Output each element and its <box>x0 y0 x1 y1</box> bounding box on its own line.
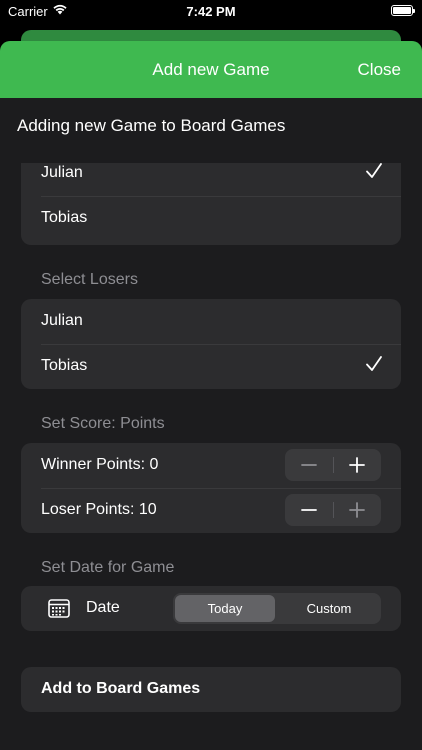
close-button[interactable]: Close <box>358 60 401 80</box>
loser-points-label: Loser Points: 10 <box>41 501 157 518</box>
winner-points-stepper <box>285 449 381 481</box>
date-row: Date Today Custom <box>21 586 401 631</box>
status-time: 7:42 PM <box>186 4 236 19</box>
modal-sheet: Add new Game Close Adding new Game to Bo… <box>0 41 422 750</box>
section-title-date: Set Date for Game <box>41 559 175 576</box>
loser-row-tobias[interactable]: Tobias <box>21 344 401 389</box>
loser-points-row: Loser Points: 10 <box>21 488 401 533</box>
status-bar: Carrier 7:42 PM <box>0 0 422 24</box>
loser-points-decrement-button[interactable] <box>285 494 333 526</box>
winner-row-julian[interactable]: Julian <box>21 163 401 196</box>
score-group: Winner Points: 0 Loser Points: 10 <box>21 443 401 533</box>
checkmark-icon <box>366 356 382 371</box>
section-title-losers: Select Losers <box>41 271 138 288</box>
section-title-score: Set Score: Points <box>41 415 165 432</box>
winner-name: Tobias <box>41 209 88 226</box>
winners-list: Julian Tobias <box>21 163 401 245</box>
battery-icon <box>391 5 415 16</box>
page-heading: Adding new Game to Board Games <box>17 116 286 135</box>
loser-points-stepper <box>285 494 381 526</box>
date-segmented-control: Today Custom <box>173 593 381 624</box>
date-label: Date <box>86 599 120 616</box>
losers-list: Julian Tobias <box>21 299 401 389</box>
winner-row-tobias[interactable]: Tobias <box>21 196 401 241</box>
winner-points-decrement-button[interactable] <box>285 449 333 481</box>
segment-today[interactable]: Today <box>175 595 275 622</box>
winner-points-row: Winner Points: 0 <box>21 443 401 488</box>
minus-icon <box>301 509 317 511</box>
checkmark-icon <box>366 163 382 178</box>
nav-bar: Add new Game Close <box>0 41 422 98</box>
loser-row-julian[interactable]: Julian <box>21 299 401 344</box>
plus-icon <box>349 502 365 518</box>
winner-points-increment-button[interactable] <box>333 449 381 481</box>
calendar-icon <box>48 599 70 618</box>
form-scroll[interactable]: Julian Tobias Select Losers Julian Tobia… <box>0 163 422 750</box>
loser-points-increment-button[interactable] <box>333 494 381 526</box>
segment-custom[interactable]: Custom <box>279 595 379 622</box>
plus-icon <box>349 457 365 473</box>
add-button-label: Add to Board Games <box>41 680 201 697</box>
add-to-board-games-button[interactable]: Add to Board Games <box>21 667 401 712</box>
minus-icon <box>301 464 317 466</box>
winner-points-label: Winner Points: 0 <box>41 456 159 473</box>
winner-name: Julian <box>41 164 83 181</box>
loser-name: Tobias <box>41 357 88 374</box>
loser-name: Julian <box>41 312 83 329</box>
